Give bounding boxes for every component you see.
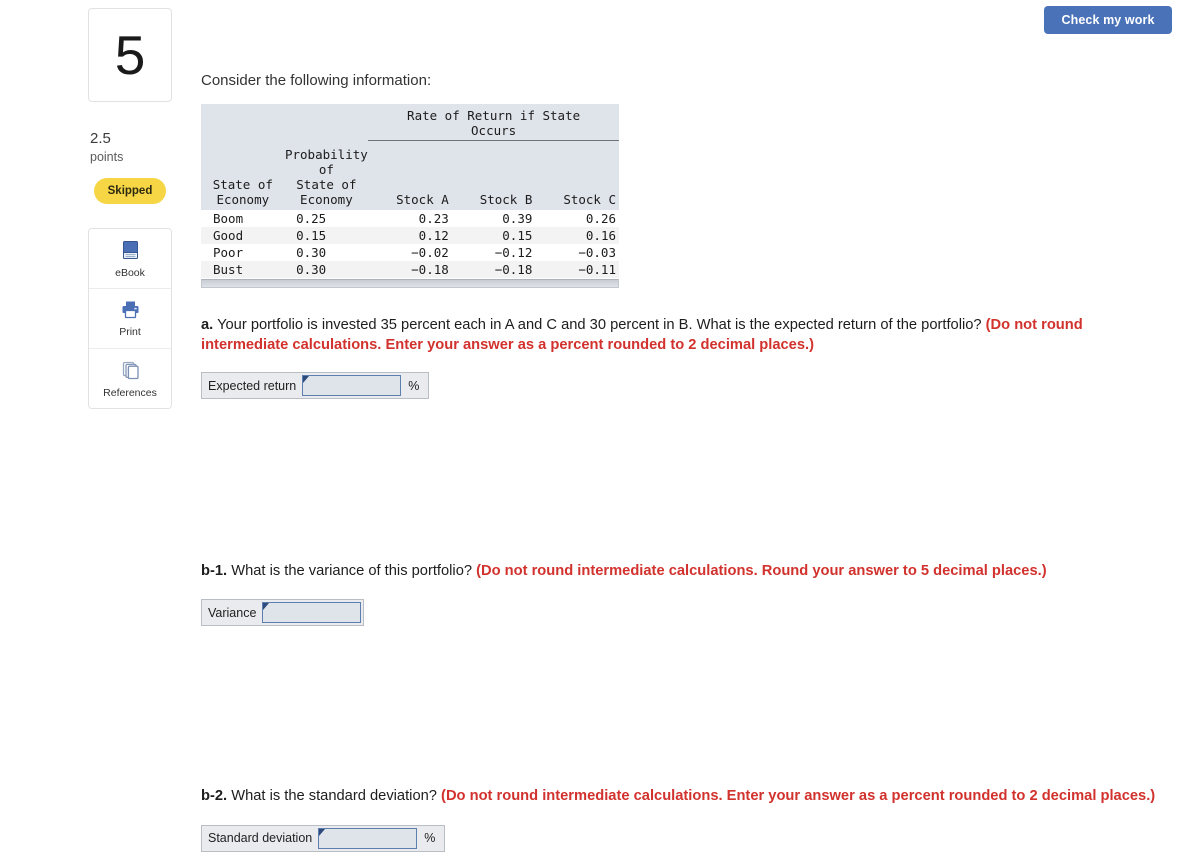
table-blank-corner bbox=[201, 103, 285, 141]
answer-suffix-percent: % bbox=[401, 375, 427, 397]
cell-stock-a: −0.02 bbox=[368, 244, 452, 262]
points-block: 2.5 points bbox=[88, 130, 172, 165]
cell-stock-a: 0.23 bbox=[368, 210, 452, 228]
points-value: 2.5 bbox=[90, 130, 111, 147]
col-header-stock-b: Stock B bbox=[451, 140, 536, 211]
cell-state: Poor bbox=[201, 244, 285, 262]
answer-row-expected-return: Expected return % bbox=[201, 372, 430, 400]
cell-stock-b: −0.18 bbox=[451, 261, 536, 279]
ebook-icon bbox=[121, 240, 140, 265]
cell-prob: 0.30 bbox=[284, 261, 369, 279]
cell-state: Good bbox=[201, 227, 285, 245]
references-icon bbox=[120, 360, 141, 385]
table-blank-corner-2 bbox=[284, 103, 369, 141]
tool-ebook-label: eBook bbox=[115, 266, 145, 279]
cell-stock-b: −0.12 bbox=[451, 244, 536, 262]
question-part-a: a. Your portfolio is invested 35 percent… bbox=[201, 316, 1131, 355]
input-wrap-standard-deviation bbox=[318, 827, 418, 849]
cell-stock-c: 0.26 bbox=[535, 210, 619, 228]
table-span-header: Rate of Return if State Occurs bbox=[368, 103, 619, 141]
part-b1-tag: b-1. bbox=[201, 563, 228, 580]
part-b1-hint: (Do not round intermediate calculations.… bbox=[476, 563, 1047, 580]
information-table: Rate of Return if State Occurs State of … bbox=[201, 103, 619, 289]
tool-references-label: References bbox=[103, 386, 157, 399]
table-scrollbar[interactable] bbox=[201, 279, 619, 289]
standard-deviation-input[interactable] bbox=[318, 827, 418, 849]
part-b1-text: What is the variance of this portfolio? bbox=[227, 563, 477, 580]
cell-state: Bust bbox=[201, 261, 285, 279]
question-number-card: 5 bbox=[88, 8, 172, 102]
question-sidebar: 5 2.5 points Skipped eBook Print Referen… bbox=[88, 8, 172, 410]
tool-print-label: Print bbox=[119, 326, 141, 338]
answer-label-variance: Variance bbox=[204, 602, 263, 624]
question-body: Consider the following information: Rate… bbox=[201, 0, 1176, 852]
table-row: Good 0.15 0.12 0.15 0.16 bbox=[201, 227, 619, 245]
answer-row-standard-deviation: Standard deviation % bbox=[201, 824, 446, 852]
col-header-stock-a: Stock A bbox=[368, 140, 452, 211]
table-row: Boom 0.25 0.23 0.39 0.26 bbox=[201, 210, 619, 228]
cell-prob: 0.30 bbox=[284, 244, 369, 262]
cell-state: Boom bbox=[201, 210, 285, 228]
answer-label-standard-deviation: Standard deviation bbox=[204, 827, 319, 849]
part-b2-hint: (Do not round intermediate calculations.… bbox=[441, 788, 1156, 805]
returns-table: Rate of Return if State Occurs State of … bbox=[201, 103, 619, 279]
cell-stock-c: 0.16 bbox=[535, 227, 619, 245]
part-b2-tag: b-2. bbox=[201, 788, 228, 805]
cell-stock-a: 0.12 bbox=[368, 227, 452, 245]
print-icon bbox=[120, 300, 141, 324]
intro-text: Consider the following information: bbox=[201, 72, 432, 89]
tool-ebook[interactable]: eBook bbox=[89, 229, 171, 290]
part-b2-text: What is the standard deviation? bbox=[227, 788, 442, 805]
cell-prob: 0.15 bbox=[284, 227, 369, 245]
tool-references[interactable]: References bbox=[89, 349, 171, 409]
input-wrap-variance bbox=[262, 602, 362, 624]
cell-prob: 0.25 bbox=[284, 210, 369, 228]
table-row: Poor 0.30 −0.02 −0.12 −0.03 bbox=[201, 244, 619, 262]
variance-input[interactable] bbox=[262, 602, 362, 624]
status-badge: Skipped bbox=[94, 178, 166, 205]
input-wrap-expected-return bbox=[302, 375, 402, 397]
question-part-b2: b-2. What is the standard deviation? (Do… bbox=[201, 787, 1161, 806]
question-number: 5 bbox=[114, 23, 146, 86]
col-header-state: State of Economy bbox=[201, 140, 285, 211]
answer-row-variance: Variance bbox=[201, 599, 365, 627]
expected-return-input[interactable] bbox=[302, 375, 402, 397]
tools-card: eBook Print References bbox=[88, 228, 172, 410]
cell-stock-c: −0.11 bbox=[535, 261, 619, 279]
points-label: points bbox=[90, 150, 124, 164]
col-header-probability: Probability of State of Economy bbox=[284, 140, 369, 211]
table-row: Bust 0.30 −0.18 −0.18 −0.11 bbox=[201, 261, 619, 279]
cell-stock-a: −0.18 bbox=[368, 261, 452, 279]
tool-print[interactable]: Print bbox=[89, 289, 171, 350]
cell-stock-b: 0.39 bbox=[451, 210, 536, 228]
cell-stock-c: −0.03 bbox=[535, 244, 619, 262]
question-part-b1: b-1. What is the variance of this portfo… bbox=[201, 562, 1131, 581]
answer-suffix-percent: % bbox=[417, 827, 443, 849]
part-a-tag: a. bbox=[201, 317, 214, 334]
cell-stock-b: 0.15 bbox=[451, 227, 536, 245]
part-a-text: Your portfolio is invested 35 percent ea… bbox=[213, 317, 986, 334]
col-header-stock-c: Stock C bbox=[535, 140, 619, 211]
answer-label-expected-return: Expected return bbox=[204, 375, 303, 397]
